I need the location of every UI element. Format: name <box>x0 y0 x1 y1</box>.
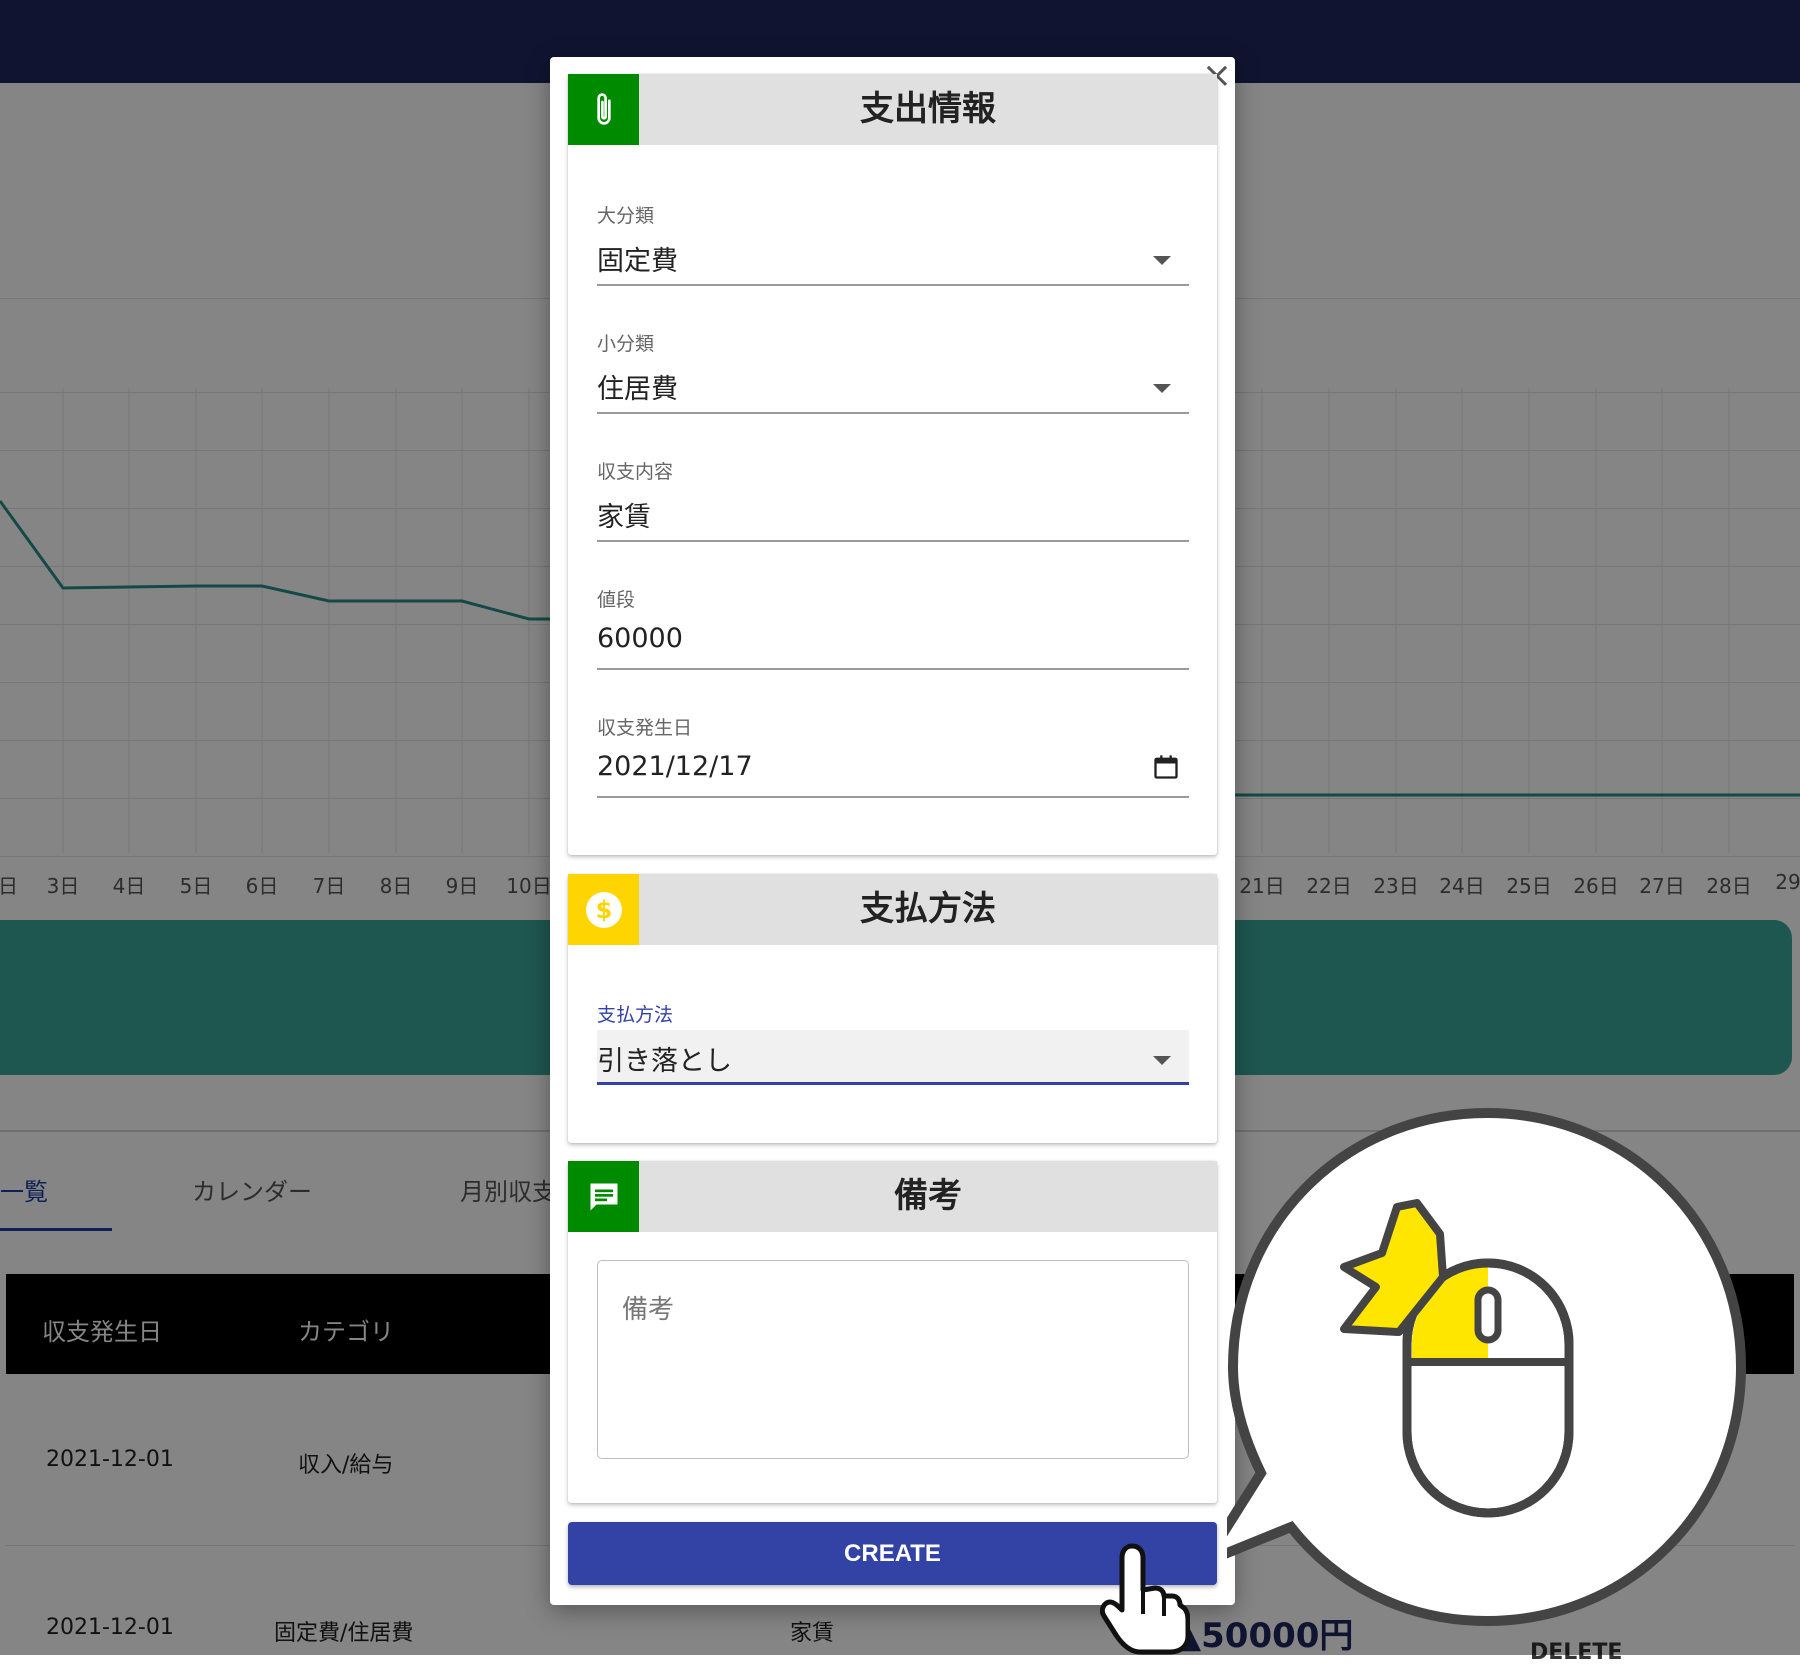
field-underline <box>597 540 1189 542</box>
content-label: 収支内容 <box>597 461 674 483</box>
field-underline <box>597 796 1189 798</box>
payment-method-select[interactable]: 引き落とし <box>597 1039 732 1078</box>
card-title: 備考 <box>894 1176 962 1216</box>
date-label: 収支発生日 <box>597 717 693 739</box>
hand-pointer-icon <box>1100 1543 1190 1655</box>
svg-text:$: $ <box>595 896 612 924</box>
payment-method-label: 支払方法 <box>597 1004 674 1026</box>
click-callout <box>1227 1107 1747 1627</box>
chevron-down-icon[interactable] <box>1153 256 1171 265</box>
price-input[interactable]: 60000 <box>597 623 683 654</box>
date-input[interactable]: 2021/12/17 <box>597 751 753 782</box>
calendar-icon[interactable] <box>1152 753 1180 785</box>
notes-card: 備考 備考 <box>568 1161 1217 1503</box>
notes-placeholder: 備考 <box>622 1295 675 1325</box>
major-category-select[interactable]: 固定費 <box>597 239 678 278</box>
minor-category-label: 小分類 <box>597 333 655 355</box>
mouse-icon <box>1402 1258 1574 1518</box>
field-underline <box>597 412 1189 414</box>
major-category-label: 大分類 <box>597 205 655 227</box>
paperclip-icon <box>568 74 639 145</box>
card-title: 支払方法 <box>860 889 996 929</box>
price-label: 値段 <box>597 589 636 611</box>
chevron-down-icon[interactable] <box>1153 1056 1171 1065</box>
expense-info-card: 支出情報 大分類 固定費 小分類 住居費 収支内容 家賃 値段 60000 収支… <box>568 74 1217 855</box>
notes-textarea[interactable]: 備考 <box>597 1260 1189 1459</box>
field-underline <box>597 668 1189 670</box>
field-underline-focused <box>597 1082 1189 1085</box>
card-title: 支出情報 <box>860 89 996 129</box>
chevron-down-icon[interactable] <box>1153 384 1171 393</box>
field-underline <box>597 284 1189 286</box>
payment-method-card: $ 支払方法 支払方法 引き落とし <box>568 874 1217 1143</box>
content-input[interactable]: 家賃 <box>597 495 651 534</box>
comment-icon <box>568 1161 639 1232</box>
minor-category-select[interactable]: 住居費 <box>597 367 678 406</box>
dollar-icon: $ <box>568 874 639 945</box>
